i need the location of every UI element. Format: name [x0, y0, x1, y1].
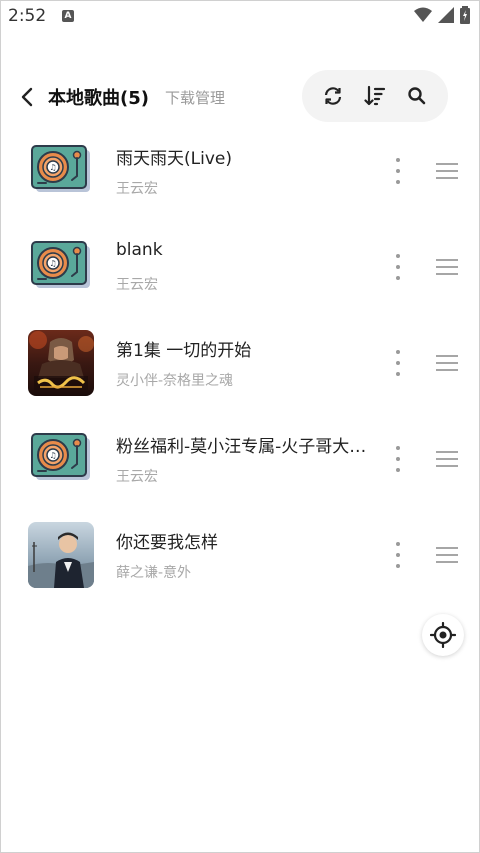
back-arrow-icon: [21, 87, 33, 107]
drag-handle[interactable]: [436, 259, 460, 275]
turntable-icon: ♫: [31, 433, 90, 480]
song-title: 你还要我怎样: [116, 533, 218, 553]
song-title: blank: [116, 240, 163, 260]
song-row[interactable]: ♫ blank 王云宏: [0, 228, 480, 324]
album-cover: [28, 330, 94, 396]
header: 本地歌曲(5) 下载管理: [0, 68, 480, 124]
svg-text:♫: ♫: [49, 451, 56, 460]
status-indicators: [414, 6, 470, 24]
song-list: ♫ 雨天雨天(Live) 王云宏 ♫ blank 王云宏 第1集 一切的开始 灵…: [0, 132, 480, 612]
download-manage-link[interactable]: 下载管理: [165, 87, 225, 108]
search-button[interactable]: [404, 83, 430, 109]
battery-icon: [460, 6, 470, 24]
album-cover: ♫: [28, 234, 94, 300]
toolbar: [302, 70, 448, 122]
sort-button[interactable]: [362, 83, 388, 109]
drag-handle[interactable]: [436, 163, 460, 179]
svg-text:♫: ♫: [49, 163, 56, 172]
sort-icon: [364, 85, 386, 106]
song-title: 第1集 一切的开始: [116, 341, 252, 361]
portrait-image: [28, 522, 94, 588]
song-row[interactable]: 第1集 一切的开始 灵小伴-奈格里之魂: [0, 324, 480, 420]
refresh-button[interactable]: [320, 83, 346, 109]
game-art-image: [28, 330, 94, 396]
wifi-icon: [414, 7, 432, 22]
svg-text:♫: ♫: [49, 259, 56, 268]
more-options-button[interactable]: [386, 540, 410, 570]
song-row[interactable]: ♫ 雨天雨天(Live) 王云宏: [0, 132, 480, 228]
album-cover: ♫: [28, 426, 94, 492]
more-options-button[interactable]: [386, 348, 410, 378]
back-button[interactable]: [14, 84, 40, 110]
page-title: 本地歌曲(5): [48, 88, 149, 109]
search-icon: [408, 87, 426, 105]
song-artist: 灵小伴-奈格里之魂: [116, 373, 234, 389]
album-cover: ♫: [28, 138, 94, 204]
status-bar: 2:52 A: [0, 0, 480, 32]
status-time: 2:52: [8, 6, 47, 26]
drag-handle[interactable]: [436, 547, 460, 563]
song-artist: 王云宏: [116, 181, 158, 197]
notification-icon: A: [62, 10, 74, 22]
turntable-icon: ♫: [31, 145, 90, 192]
song-artist: 王云宏: [116, 277, 158, 293]
song-artist: 王云宏: [116, 469, 158, 485]
signal-icon: [438, 7, 454, 23]
more-options-button[interactable]: [386, 444, 410, 474]
more-options-button[interactable]: [386, 156, 410, 186]
song-title: 雨天雨天(Live): [116, 149, 232, 169]
song-title: 粉丝福利-莫小汪专属-火子哥大…: [116, 437, 367, 457]
song-row[interactable]: 你还要我怎样 薛之谦-意外: [0, 516, 480, 612]
refresh-icon: [324, 87, 342, 105]
turntable-icon: ♫: [31, 241, 90, 288]
drag-handle[interactable]: [436, 355, 460, 371]
crosshair-icon: [430, 622, 456, 648]
album-cover: [28, 522, 94, 588]
song-artist: 薛之谦-意外: [116, 565, 192, 581]
more-options-button[interactable]: [386, 252, 410, 282]
locate-current-button[interactable]: [422, 614, 464, 656]
song-row[interactable]: ♫ 粉丝福利-莫小汪专属-火子哥大… 王云宏: [0, 420, 480, 516]
drag-handle[interactable]: [436, 451, 460, 467]
